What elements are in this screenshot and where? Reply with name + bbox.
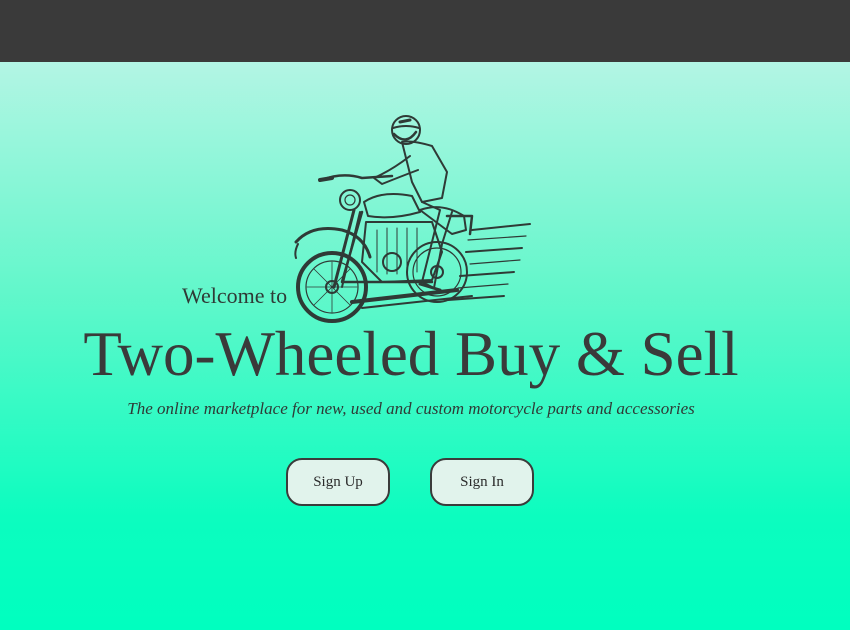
top-bar (0, 0, 850, 62)
motorcycle-rider-icon (294, 115, 531, 323)
tagline: The online marketplace for new, used and… (127, 399, 695, 418)
sign-in-button[interactable]: Sign In (430, 458, 534, 506)
welcome-text: Welcome to (182, 283, 288, 308)
sign-up-button[interactable]: Sign Up (286, 458, 390, 506)
page-title: Two-Wheeled Buy & Sell (83, 319, 739, 389)
